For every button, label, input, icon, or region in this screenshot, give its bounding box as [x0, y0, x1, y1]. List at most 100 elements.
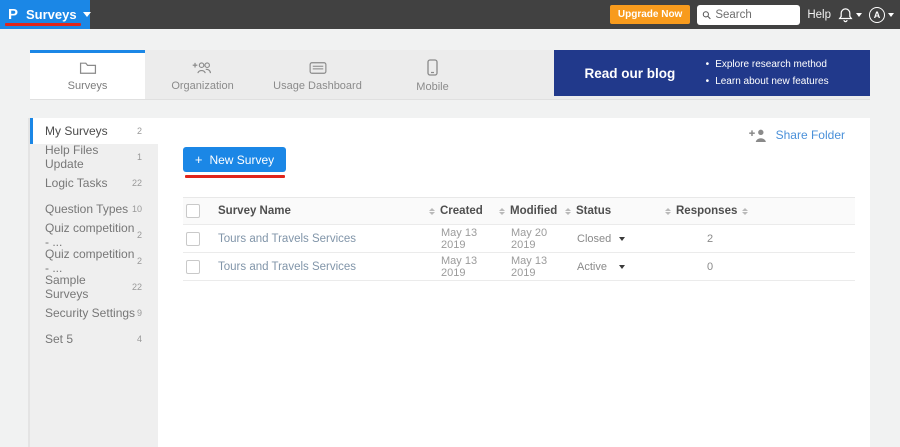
table-row: Tours and Travels Services May 13 2019 M…	[183, 253, 855, 281]
sidebar-item-set-5[interactable]: Set 5 4	[30, 326, 158, 352]
tab-mobile[interactable]: Mobile	[375, 50, 490, 99]
sort-icon[interactable]	[499, 208, 505, 215]
sidebar-item-label: Sample Surveys	[45, 273, 132, 301]
sort-icon[interactable]	[565, 208, 571, 215]
sidebar-item-label: Security Settings	[45, 306, 135, 320]
dashboard-card-icon	[309, 61, 327, 75]
sidebar-item-label: Set 5	[45, 332, 73, 346]
search-box[interactable]	[697, 5, 800, 25]
bell-icon	[838, 7, 853, 23]
share-folder-link[interactable]: Share Folder	[749, 128, 845, 142]
sidebar-item-count: 22	[132, 282, 142, 292]
sidebar-item-label: Logic Tasks	[45, 176, 107, 190]
sort-icon[interactable]	[742, 208, 748, 215]
caret-down-icon	[888, 13, 894, 17]
sidebar-item-count: 9	[137, 308, 142, 318]
topbar: P Surveys Upgrade Now Help	[0, 0, 900, 29]
header-survey-name[interactable]: Survey Name	[213, 205, 429, 217]
sidebar-item-label: Question Types	[45, 202, 128, 216]
share-folder-label: Share Folder	[776, 128, 845, 142]
responses-count: 0	[665, 261, 713, 273]
surveys-table: Survey Name Created Modified Status Resp…	[183, 197, 855, 281]
responses-count: 2	[665, 233, 713, 245]
notifications-button[interactable]	[838, 7, 862, 23]
sidebar-item-quiz-competition-1[interactable]: Quiz competition - ... 2	[30, 222, 158, 248]
modified-cell: May 20 2019	[499, 227, 565, 251]
sidebar-item-question-types[interactable]: Question Types 10	[30, 196, 158, 222]
survey-name-link[interactable]: Tours and Travels Services	[218, 261, 356, 273]
main-panel: Share Folder + New Survey Survey Name Cr…	[158, 118, 870, 447]
header-status[interactable]: Status	[565, 205, 665, 217]
proprofs-logo-icon: P	[8, 6, 18, 23]
tab-surveys[interactable]: Surveys	[30, 50, 145, 99]
sidebar-item-logic-tasks[interactable]: Logic Tasks 22	[30, 170, 158, 196]
survey-name-link[interactable]: Tours and Travels Services	[218, 233, 356, 245]
tab-strip: Surveys Organization Usage Dashboard	[30, 50, 870, 100]
upgrade-now-button[interactable]: Upgrade Now	[610, 5, 690, 24]
row-checkbox[interactable]	[186, 232, 200, 246]
tab-label: Mobile	[416, 81, 448, 93]
tab-label: Surveys	[68, 80, 108, 92]
sort-icon[interactable]	[665, 208, 671, 215]
row-checkbox[interactable]	[186, 260, 200, 274]
tab-label: Organization	[171, 80, 233, 92]
table-header-row: Survey Name Created Modified Status Resp…	[183, 197, 855, 225]
tab-organization[interactable]: Organization	[145, 50, 260, 99]
page: P Surveys Upgrade Now Help	[0, 0, 900, 447]
search-icon	[702, 9, 711, 21]
people-add-icon	[192, 61, 213, 75]
sidebar-item-label: Quiz competition - ...	[45, 247, 137, 275]
promo-bullets: Explore research method Learn about new …	[706, 56, 829, 90]
sidebar-item-count: 4	[137, 334, 142, 344]
status-value: Active	[565, 261, 607, 273]
sidebar-item-quiz-competition-2[interactable]: Quiz competition - ... 2	[30, 248, 158, 274]
search-input[interactable]	[715, 9, 795, 21]
sidebar-item-count: 2	[137, 230, 142, 240]
created-cell: May 13 2019	[429, 255, 499, 279]
status-dropdown-caret-icon[interactable]	[619, 237, 625, 241]
folders-sidebar: My Surveys 2 Help Files Update 1 Logic T…	[28, 118, 158, 447]
plus-icon: +	[195, 152, 203, 167]
created-cell: May 13 2019	[429, 227, 499, 251]
sidebar-item-label: Help Files Update	[45, 143, 137, 171]
modified-cell: May 13 2019	[499, 255, 565, 279]
sidebar-item-label: My Surveys	[45, 124, 108, 138]
mobile-icon	[427, 59, 438, 76]
header-modified[interactable]: Modified	[499, 205, 565, 217]
annotation-underline-brand	[5, 23, 81, 26]
share-folder-icon	[749, 129, 768, 142]
sidebar-item-label: Quiz competition - ...	[45, 221, 137, 249]
caret-down-icon	[856, 13, 862, 17]
sidebar-item-count: 1	[137, 152, 142, 162]
folder-icon	[79, 61, 97, 75]
header-created[interactable]: Created	[429, 205, 499, 217]
select-all-checkbox[interactable]	[186, 204, 200, 218]
caret-down-icon	[83, 12, 91, 17]
status-dropdown-caret-icon[interactable]	[619, 265, 625, 269]
sidebar-item-help-files-update[interactable]: Help Files Update 1	[30, 144, 158, 170]
new-survey-label: New Survey	[209, 153, 274, 167]
sidebar-item-sample-surveys[interactable]: Sample Surveys 22	[30, 274, 158, 300]
annotation-underline-new-survey	[185, 175, 285, 178]
sidebar-item-count: 22	[132, 178, 142, 188]
sidebar-item-count: 10	[132, 204, 142, 214]
tab-usage-dashboard[interactable]: Usage Dashboard	[260, 50, 375, 99]
sidebar-item-my-surveys[interactable]: My Surveys 2	[30, 118, 158, 144]
tab-label: Usage Dashboard	[273, 80, 362, 92]
new-survey-button[interactable]: + New Survey	[183, 147, 286, 172]
sidebar-item-count: 2	[137, 256, 142, 266]
blog-promo-banner[interactable]: Read our blog Explore research method Le…	[554, 50, 870, 96]
help-link[interactable]: Help	[807, 9, 831, 21]
avatar: A	[869, 7, 885, 23]
sort-icon[interactable]	[429, 208, 435, 215]
account-menu[interactable]: A	[869, 7, 894, 23]
promo-bullet: Learn about new features	[706, 73, 829, 90]
table-row: Tours and Travels Services May 13 2019 M…	[183, 225, 855, 253]
status-value: Closed	[565, 233, 611, 245]
sidebar-item-count: 2	[137, 126, 142, 136]
topbar-actions: Upgrade Now Help A	[610, 0, 894, 29]
header-responses[interactable]: Responses	[665, 205, 725, 217]
sidebar-item-security-settings[interactable]: Security Settings 9	[30, 300, 158, 326]
product-switcher-label: Surveys	[26, 7, 77, 22]
promo-bullet: Explore research method	[706, 56, 829, 73]
